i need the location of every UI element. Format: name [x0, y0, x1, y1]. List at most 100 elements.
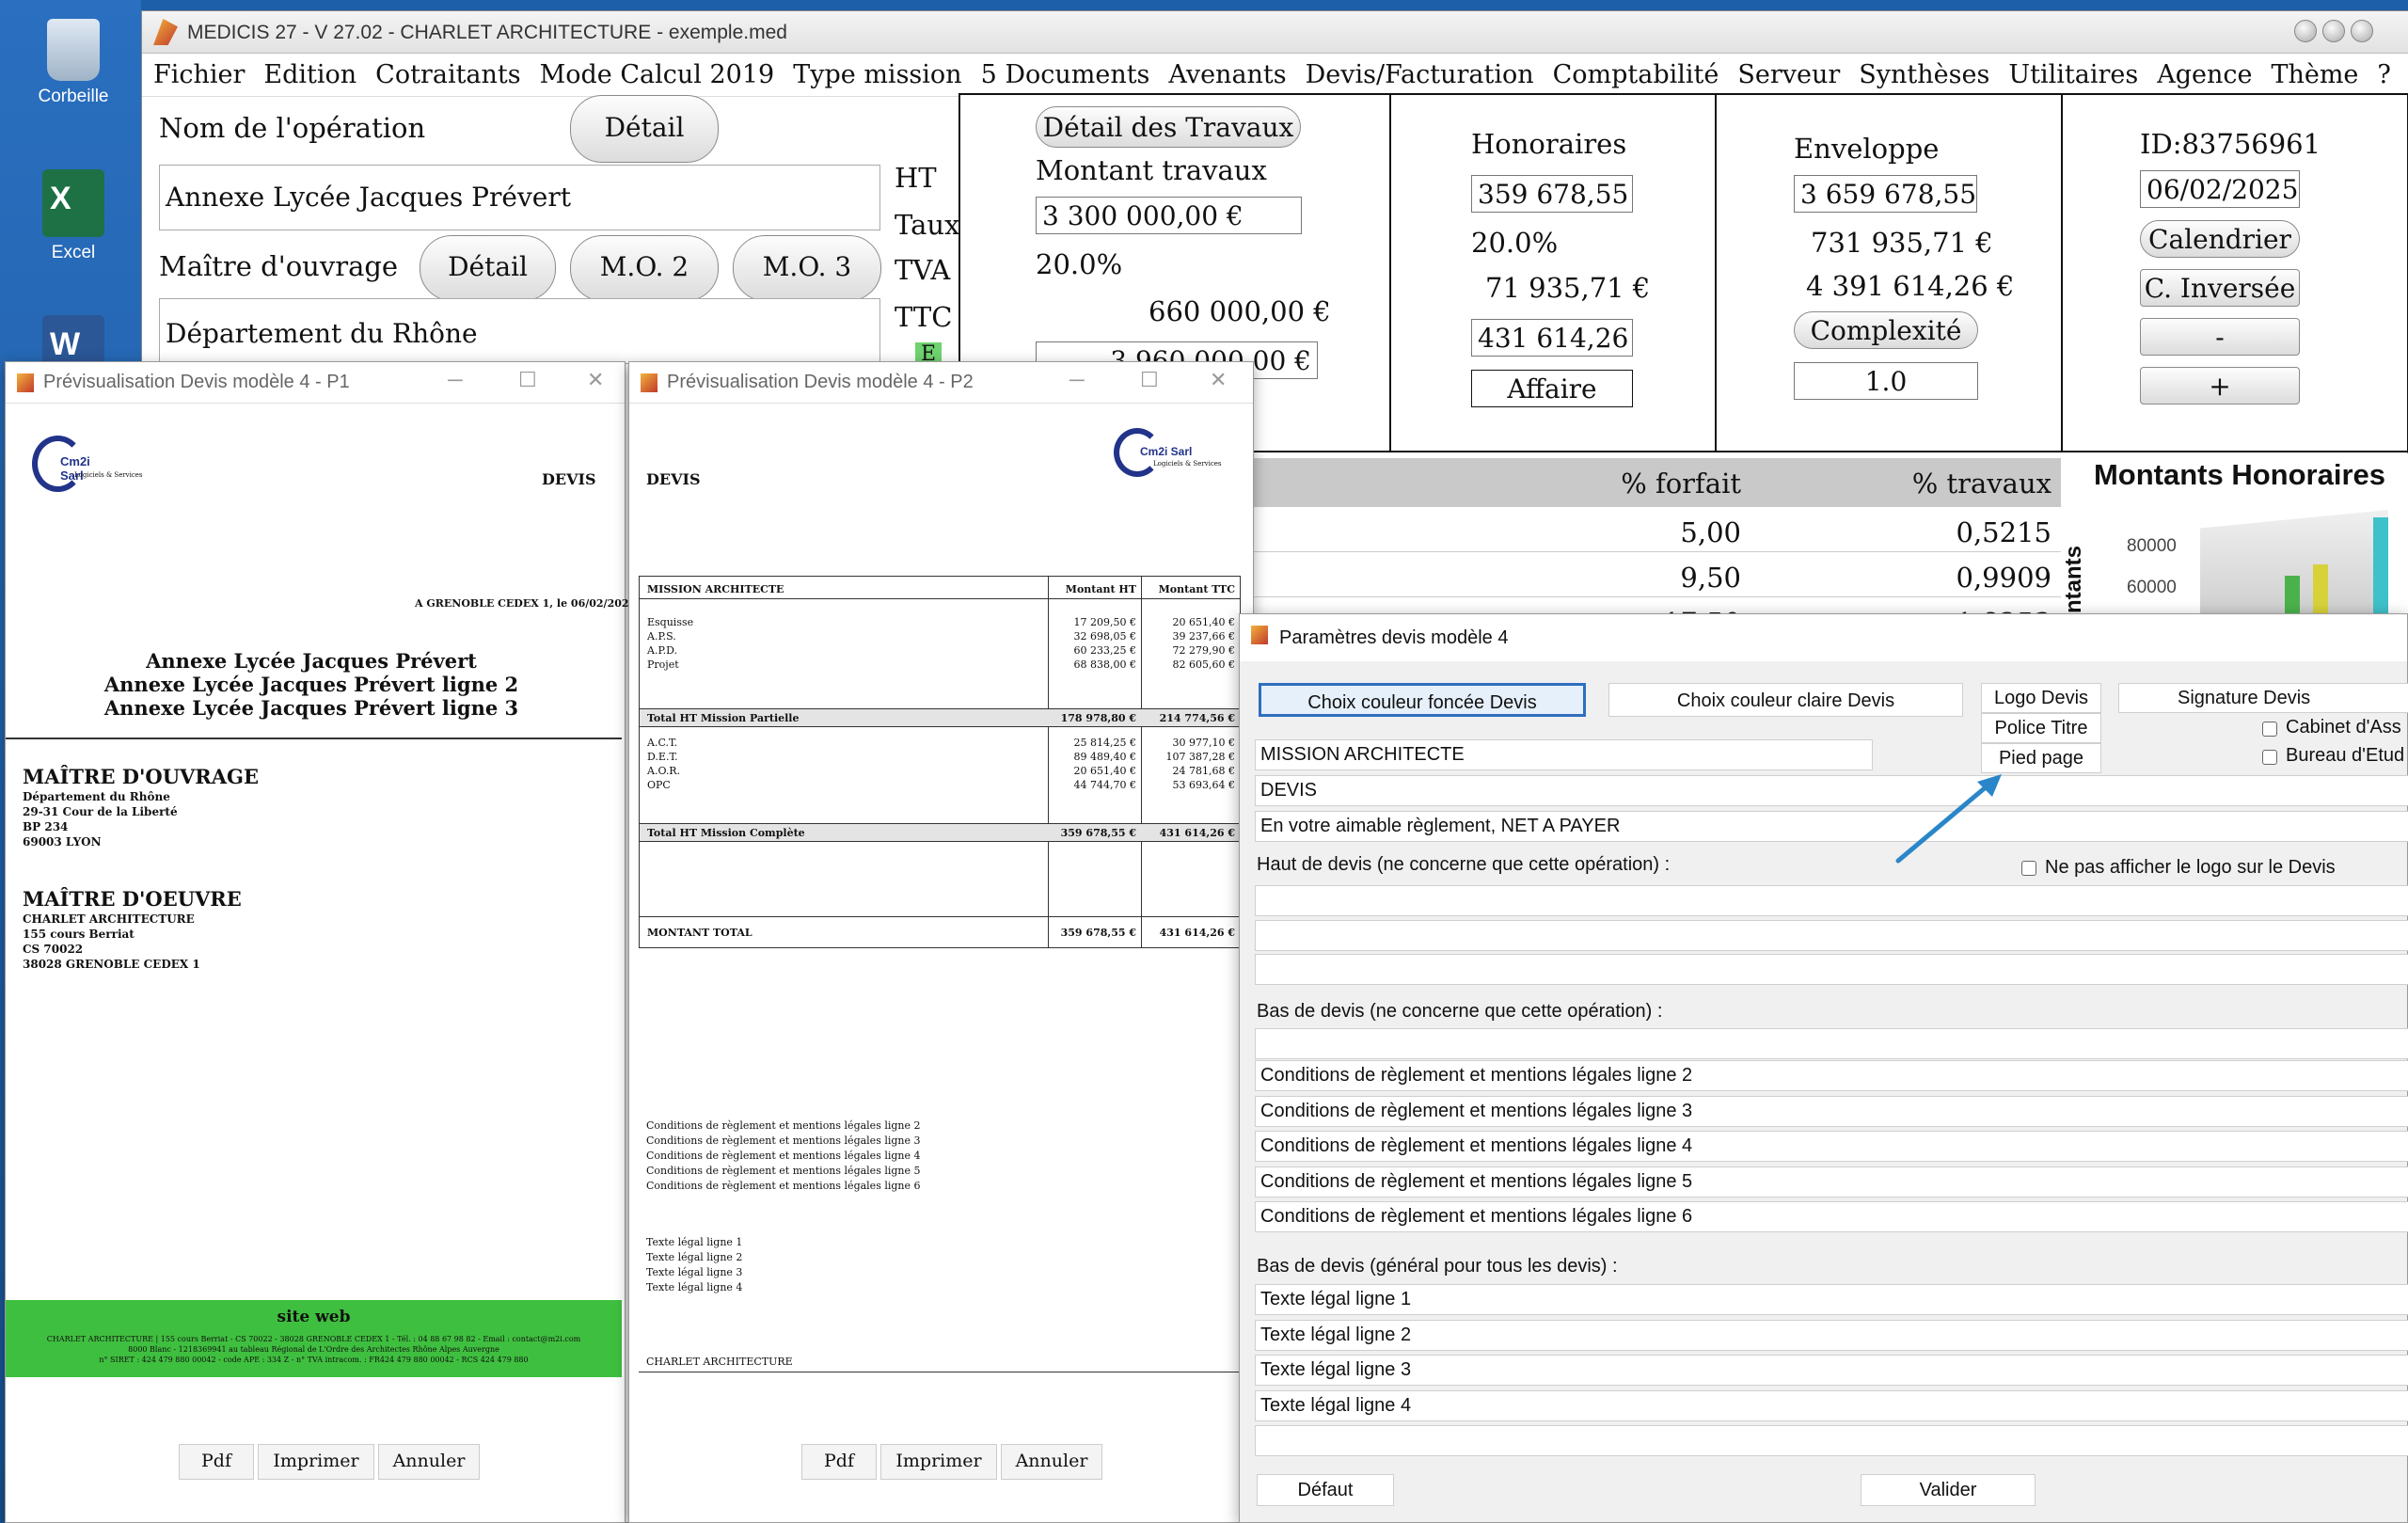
cabinet-checkbox[interactable]: [2262, 722, 2277, 737]
date-field[interactable]: 06/02/2025: [2140, 170, 2300, 208]
menu-item[interactable]: 5 Documents: [981, 60, 1150, 89]
menu-item[interactable]: ?: [2377, 60, 2390, 89]
enveloppe-ht-field[interactable]: 3 659 678,55 €: [1794, 175, 1977, 213]
menu-item[interactable]: Avenants: [1168, 60, 1286, 89]
preview-title: Prévisualisation Devis modèle 4 - P2: [667, 372, 974, 392]
minimize-button[interactable]: [2294, 20, 2317, 42]
maitre-detail-button[interactable]: Détail: [420, 235, 556, 301]
ht-label: HT: [895, 162, 937, 194]
table-cell: 68 838,00 €: [1073, 658, 1136, 671]
condition-field[interactable]: Conditions de règlement et mentions léga…: [1255, 1131, 2408, 1162]
close-icon[interactable]: ✕: [587, 368, 604, 392]
honoraires-ttc-field[interactable]: 431 614,26 €: [1471, 319, 1633, 357]
menu-item[interactable]: Devis/Facturation: [1306, 60, 1534, 89]
cancel-button[interactable]: Annuler: [1001, 1444, 1102, 1480]
maximize-icon[interactable]: ☐: [518, 368, 537, 392]
operation-label: Nom de l'opération: [159, 112, 426, 144]
maitre-ouvrage-field[interactable]: Département du Rhône: [159, 298, 880, 364]
operation-detail-button[interactable]: Détail: [570, 95, 719, 163]
mo3-button[interactable]: M.O. 3: [733, 235, 881, 301]
bas-line-1[interactable]: [1255, 1028, 2408, 1059]
haut-line-1[interactable]: [1255, 885, 2408, 916]
table-row[interactable]: 9,50 0,9909: [1252, 552, 2061, 597]
honoraires-ht-field[interactable]: 359 678,55 €: [1471, 175, 1633, 213]
menu-item[interactable]: Comptabilité: [1553, 60, 1719, 89]
app-icon: [17, 373, 34, 392]
logo-devis-button[interactable]: Logo Devis: [1981, 683, 2101, 713]
condition-field[interactable]: Conditions de règlement et mentions léga…: [1255, 1166, 2408, 1198]
title-bar: MEDICIS 27 - V 27.02 - CHARLET ARCHITECT…: [142, 11, 2408, 54]
percent-table: 5,00 0,5215 9,50 0,9909 17,50 1,8253: [1252, 507, 2061, 620]
pdf-button[interactable]: Pdf: [801, 1444, 877, 1480]
legal-field[interactable]: Texte légal ligne 4: [1255, 1389, 2408, 1421]
operation-block: Annexe Lycée Jacques Prévert Annexe Lycé…: [6, 649, 617, 720]
condition-field[interactable]: Conditions de règlement et mentions léga…: [1255, 1060, 2408, 1091]
maximize-button[interactable]: [2322, 20, 2345, 42]
dark-color-button[interactable]: Choix couleur foncée Devis: [1259, 683, 1586, 717]
excel-shortcut[interactable]: X Excel: [17, 169, 130, 263]
table-row: A.P.D. 60 233,25 € 72 279,90 €: [640, 644, 1240, 658]
divider: [6, 738, 622, 739]
operation-name-field[interactable]: Annexe Lycée Jacques Prévert: [159, 165, 880, 230]
pdf-button[interactable]: Pdf: [179, 1444, 254, 1480]
mo-title: MAÎTRE D'OUVRAGE: [23, 765, 259, 788]
menu-item[interactable]: Serveur: [1737, 60, 1840, 89]
menu-item[interactable]: Type mission: [793, 60, 961, 89]
police-titre-button[interactable]: Police Titre: [1981, 713, 2101, 743]
honoraires-chart: Montants Honoraires ntants 80000 60000: [2061, 453, 2408, 623]
inversee-button[interactable]: C. Inversée: [2140, 269, 2300, 307]
condition-field[interactable]: Conditions de règlement et mentions léga…: [1255, 1095, 2408, 1127]
condition-field[interactable]: Conditions de règlement et mentions léga…: [1255, 1201, 2408, 1232]
honoraires-panel: Honoraires 359 678,55 € 20.0% 71 935,71 …: [1389, 93, 1717, 452]
bureau-checkbox[interactable]: [2262, 750, 2277, 765]
montant-travaux-field[interactable]: 3 300 000,00 €: [1036, 197, 1302, 234]
complexite-field[interactable]: 1.0: [1794, 362, 1978, 400]
legal-field[interactable]: Texte légal ligne 1: [1255, 1284, 2408, 1315]
devis-title-field[interactable]: DEVIS: [1255, 775, 2408, 806]
legal-field[interactable]: Texte légal ligne 3: [1255, 1355, 2408, 1386]
detail-travaux-button[interactable]: Détail des Travaux: [1036, 106, 1301, 148]
tva-label: TVA: [895, 254, 951, 286]
legal-field[interactable]: Texte légal ligne 2: [1255, 1319, 2408, 1351]
recycle-bin-shortcut[interactable]: Corbeille: [17, 19, 130, 107]
menu-item[interactable]: Fichier: [153, 60, 245, 89]
honoraires-label: Honoraires: [1471, 128, 1627, 160]
menu-item[interactable]: Utilitaires: [2008, 60, 2138, 89]
no-logo-checkbox[interactable]: [2021, 861, 2036, 876]
valider-button[interactable]: Valider: [1861, 1474, 2036, 1506]
mission-field[interactable]: MISSION ARCHITECTE: [1255, 739, 1873, 770]
plus-button[interactable]: +: [2140, 367, 2300, 405]
table-cell: 107 387,28 €: [1165, 751, 1235, 763]
calendrier-button[interactable]: Calendrier: [2140, 220, 2300, 258]
affaire-button[interactable]: Affaire: [1471, 370, 1633, 407]
haut-line-3[interactable]: [1255, 954, 2408, 985]
recycle-bin-icon: [47, 19, 100, 81]
haut-line-2[interactable]: [1255, 920, 2408, 951]
menu-item[interactable]: Thème: [2271, 60, 2358, 89]
complexite-button[interactable]: Complexité: [1794, 311, 1978, 349]
maximize-icon[interactable]: ☐: [1140, 368, 1159, 392]
table-row[interactable]: 5,00 0,5215: [1252, 507, 2061, 552]
legal-line-5[interactable]: [1255, 1425, 2408, 1456]
mo2-button[interactable]: M.O. 2: [570, 235, 719, 301]
menu-item[interactable]: Edition: [263, 60, 356, 89]
minimize-icon[interactable]: ─: [1069, 368, 1085, 392]
signature-devis-button[interactable]: Signature Devis: [2118, 683, 2408, 713]
minimize-icon[interactable]: ─: [448, 368, 463, 392]
menu-item[interactable]: Cotraitants: [375, 60, 520, 89]
minus-button[interactable]: -: [2140, 318, 2300, 356]
print-button[interactable]: Imprimer: [880, 1444, 997, 1480]
defaut-button[interactable]: Défaut: [1257, 1474, 1394, 1506]
close-icon[interactable]: ✕: [1210, 368, 1227, 392]
menu-item[interactable]: Mode Calcul 2019: [540, 60, 775, 89]
light-color-button[interactable]: Choix couleur claire Devis: [1608, 683, 1963, 717]
moe-title: MAÎTRE D'OEUVRE: [23, 887, 242, 911]
table-cell: Projet: [647, 658, 679, 671]
close-button[interactable]: [2351, 20, 2373, 42]
menu-item[interactable]: Synthèses: [1859, 60, 1989, 89]
cancel-button[interactable]: Annuler: [378, 1444, 480, 1480]
print-button[interactable]: Imprimer: [258, 1444, 374, 1480]
menu-item[interactable]: Agence: [2157, 60, 2252, 89]
reglement-field[interactable]: En votre aimable règlement, NET A PAYER: [1255, 811, 2408, 842]
table-row: Esquisse 17 209,50 € 20 651,40 €: [640, 616, 1240, 630]
